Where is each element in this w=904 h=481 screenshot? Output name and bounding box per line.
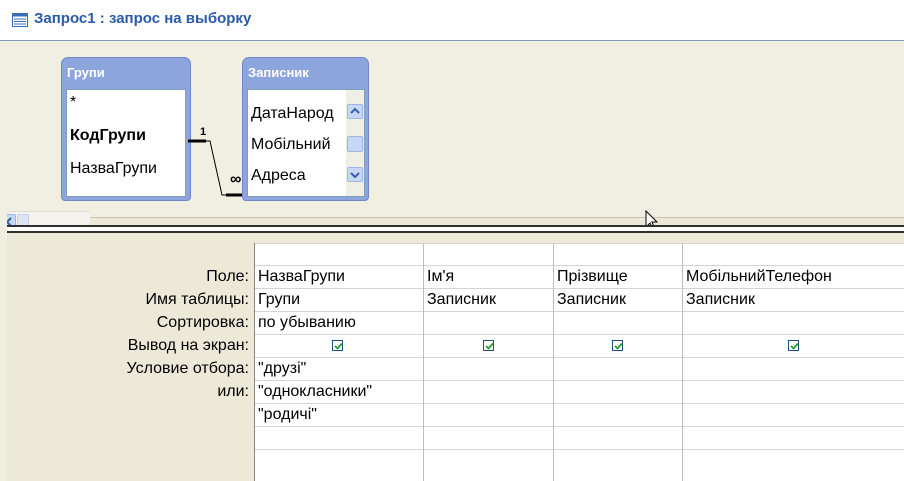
row-label-sort: Сортировка: [156,314,249,331]
field-birth-date[interactable]: ДатаНарод [251,105,334,123]
pane-splitter[interactable] [0,225,904,233]
grid-field-cell[interactable]: НазваГрупи [256,266,345,288]
row-label-or: или: [217,383,249,400]
grid-table-cell[interactable]: Записник [684,289,755,311]
chevron-down-icon [350,172,360,179]
table-design-area[interactable]: Групи * КодГрупи НазваГрупи 1 ∞ Записник… [0,41,904,230]
show-checkbox[interactable] [788,340,799,351]
checkmark-icon [334,342,343,350]
grid-or-cell[interactable]: "однокласники" [256,381,372,403]
grid-line [254,357,904,358]
grid-line [553,243,554,481]
field-group-id[interactable]: КодГрупи [70,127,146,145]
query-window-icon [12,13,28,27]
window-left-edge [0,41,7,481]
checkmark-icon [614,342,623,350]
table-notebook-field-list[interactable]: ДатаНарод Мобільний Адреса [247,89,365,197]
grid-or-cell[interactable]: "родичі" [256,404,317,426]
field-address[interactable]: Адреса [251,167,306,185]
table-groups[interactable]: Групи * КодГрупи НазваГрупи [61,57,191,201]
relationship-one-label: 1 [200,126,207,138]
table-groups-title: Групи [67,65,105,80]
grid-line [254,403,904,404]
row-label-criteria: Условие отбора: [126,360,249,377]
field-group-name[interactable]: НазваГрупи [70,160,157,178]
show-checkbox[interactable] [612,340,623,351]
grid-criteria-cell[interactable]: "друзі" [256,358,306,380]
show-checkbox[interactable] [483,340,494,351]
relationship-line[interactable] [188,131,246,203]
field-mobile[interactable]: Мобільний [251,136,331,154]
grid-line [254,243,255,481]
grid-line [423,243,424,481]
query-window: Запрос1 : запрос на выборку Групи * КодГ… [0,0,904,481]
show-checkbox[interactable] [332,340,343,351]
grid-sort-cell[interactable]: по убыванию [256,312,356,334]
chevron-up-icon [350,107,360,114]
grid-line [682,243,683,481]
grid-table-cell[interactable]: Групи [256,289,300,311]
grid-field-cell[interactable]: Прізвище [555,266,628,288]
scroll-down-button[interactable] [347,167,363,182]
grid-line [254,243,904,244]
window-title: Запрос1 : запрос на выборку [34,10,252,27]
row-label-show: Вывод на экран: [127,337,249,354]
grid-line [254,449,904,450]
grid-line [254,334,904,335]
row-label-table: Имя таблицы: [145,291,249,308]
grid-field-cell[interactable]: Ім'я [425,266,454,288]
grid-line [254,426,904,427]
table-notebook[interactable]: Записник ДатаНарод Мобільний Адреса [242,57,369,201]
scroll-up-button[interactable] [347,104,363,119]
query-design-grid[interactable]: Поле: Имя таблицы: Сортировка: Вывод на … [0,233,904,481]
field-all[interactable]: * [70,94,76,112]
relationship-many-label: ∞ [230,171,242,188]
scroll-thumb[interactable] [347,136,363,152]
table-notebook-scrollbar[interactable] [346,90,364,196]
checkmark-icon [790,342,799,350]
grid-table-cell[interactable]: Записник [555,289,626,311]
row-label-field: Поле: [206,268,249,285]
table-notebook-title: Записник [248,65,309,80]
title-bar[interactable]: Запрос1 : запрос на выборку [0,0,904,41]
table-groups-field-list[interactable]: * КодГрупи НазваГрупи [66,89,186,197]
grid-table-cell[interactable]: Записник [425,289,496,311]
checkmark-icon [485,342,494,350]
grid-field-cell[interactable]: МобільнийТелефон [684,266,832,288]
